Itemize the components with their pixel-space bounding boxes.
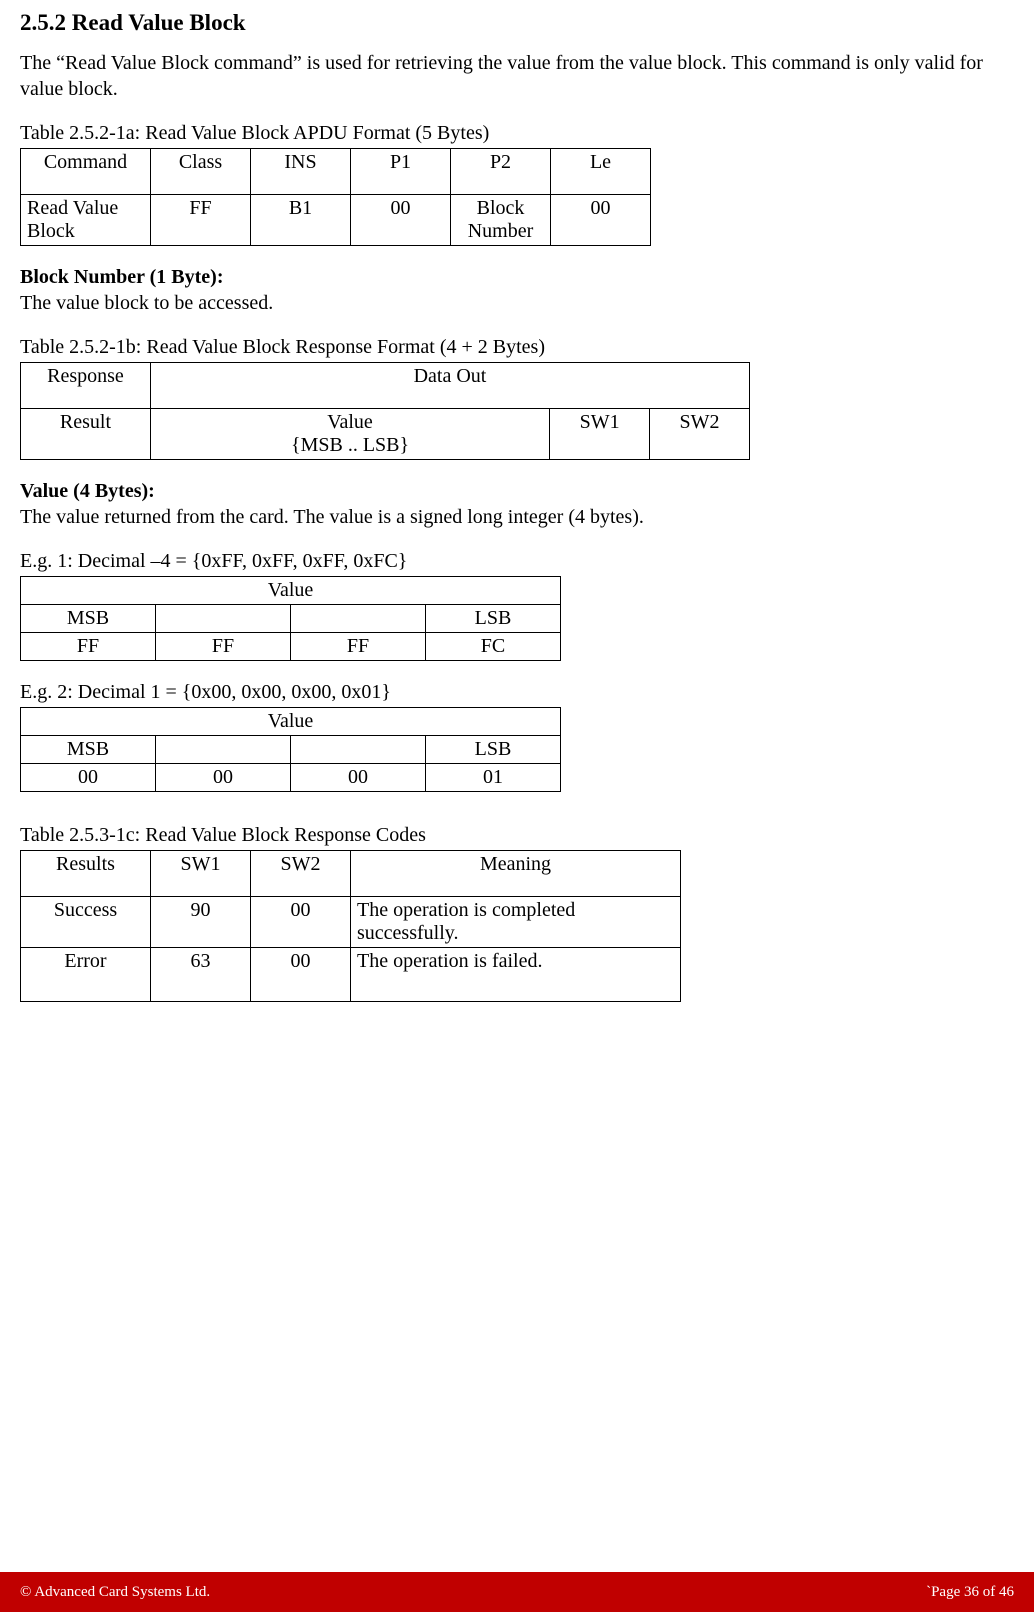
- table-1a: Command Class INS P1 P2 Le Read Value Bl…: [20, 148, 651, 246]
- cell-lsb: LSB: [426, 736, 561, 764]
- cell-blank: [291, 605, 426, 633]
- cell-msb: MSB: [21, 605, 156, 633]
- table-row: MSB LSB: [21, 736, 561, 764]
- block-number-desc: The value block to be accessed.: [20, 290, 1014, 316]
- cell-lsb: LSB: [426, 605, 561, 633]
- cell-msb: MSB: [21, 736, 156, 764]
- table-row: Response Data Out: [21, 363, 750, 409]
- cell-byte: 00: [291, 764, 426, 792]
- section-heading: 2.5.2 Read Value Block: [20, 10, 1014, 36]
- cell-blank: [156, 736, 291, 764]
- intro-paragraph: The “Read Value Block command” is used f…: [20, 50, 1014, 102]
- table-row: Value: [21, 708, 561, 736]
- table-1b: Response Data Out Result Value{MSB .. LS…: [20, 362, 750, 460]
- table-1c-caption: Table 2.5.3-1c: Read Value Block Respons…: [20, 822, 1014, 848]
- footer-bar: © Advanced Card Systems Ltd. `Page 36 of…: [0, 1572, 1034, 1612]
- cell-value: Value{MSB .. LSB}: [150, 409, 549, 460]
- cell-sw1: 90: [151, 897, 251, 948]
- col-ins: INS: [251, 149, 351, 195]
- table-row: Success 90 00 The operation is completed…: [21, 897, 681, 948]
- table-row: Results SW1 SW2 Meaning: [21, 851, 681, 897]
- col-sw2: SW2: [251, 851, 351, 897]
- eg1-caption: E.g. 1: Decimal –4 = {0xFF, 0xFF, 0xFF, …: [20, 548, 1014, 574]
- cell-le: 00: [551, 195, 651, 246]
- cell-byte: 01: [426, 764, 561, 792]
- cell-command: Read Value Block: [21, 195, 151, 246]
- cell-meaning: The operation is failed.: [351, 948, 681, 1002]
- cell-result: Result: [21, 409, 151, 460]
- cell-p2: Block Number: [451, 195, 551, 246]
- value-label: Value (4 Bytes):: [20, 478, 1014, 504]
- col-le: Le: [551, 149, 651, 195]
- table-1b-caption: Table 2.5.2-1b: Read Value Block Respons…: [20, 334, 1014, 360]
- cell-title: Value: [21, 708, 561, 736]
- col-sw1: SW1: [151, 851, 251, 897]
- col-p1: P1: [351, 149, 451, 195]
- cell-p1: 00: [351, 195, 451, 246]
- col-meaning: Meaning: [351, 851, 681, 897]
- cell-ins: B1: [251, 195, 351, 246]
- col-dataout: Data Out: [150, 363, 749, 409]
- cell-byte: 00: [21, 764, 156, 792]
- page-content: 2.5.2 Read Value Block The “Read Value B…: [0, 0, 1034, 1002]
- cell-title: Value: [21, 577, 561, 605]
- col-response: Response: [21, 363, 151, 409]
- cell-byte: FF: [156, 633, 291, 661]
- table-row: Value: [21, 577, 561, 605]
- value-desc: The value returned from the card. The va…: [20, 504, 1014, 530]
- cell-byte: 00: [156, 764, 291, 792]
- cell-sw2: 00: [251, 897, 351, 948]
- table-row: Result Value{MSB .. LSB} SW1 SW2: [21, 409, 750, 460]
- eg1-table: Value MSB LSB FF FF FF FC: [20, 576, 561, 661]
- cell-byte: FF: [21, 633, 156, 661]
- col-results: Results: [21, 851, 151, 897]
- cell-byte: FF: [291, 633, 426, 661]
- table-row: MSB LSB: [21, 605, 561, 633]
- cell-blank: [291, 736, 426, 764]
- table-row: Read Value Block FF B1 00 Block Number 0…: [21, 195, 651, 246]
- cell-class: FF: [151, 195, 251, 246]
- table-row: FF FF FF FC: [21, 633, 561, 661]
- footer-right: `Page 36 of 46: [926, 1584, 1014, 1601]
- cell-sw1: 63: [151, 948, 251, 1002]
- eg2-caption: E.g. 2: Decimal 1 = {0x00, 0x00, 0x00, 0…: [20, 679, 1014, 705]
- block-number-label: Block Number (1 Byte):: [20, 264, 1014, 290]
- table-1a-caption: Table 2.5.2-1a: Read Value Block APDU Fo…: [20, 120, 1014, 146]
- cell-sw2: SW2: [650, 409, 750, 460]
- cell-result: Error: [21, 948, 151, 1002]
- col-class: Class: [151, 149, 251, 195]
- col-p2: P2: [451, 149, 551, 195]
- table-1c: Results SW1 SW2 Meaning Success 90 00 Th…: [20, 850, 681, 1002]
- cell-sw1: SW1: [550, 409, 650, 460]
- eg2-table: Value MSB LSB 00 00 00 01: [20, 707, 561, 792]
- cell-meaning: The operation is completed successfully.: [351, 897, 681, 948]
- cell-blank: [156, 605, 291, 633]
- cell-result: Success: [21, 897, 151, 948]
- cell-byte: FC: [426, 633, 561, 661]
- cell-sw2: 00: [251, 948, 351, 1002]
- table-row: 00 00 00 01: [21, 764, 561, 792]
- table-row: Command Class INS P1 P2 Le: [21, 149, 651, 195]
- col-command: Command: [21, 149, 151, 195]
- footer-left: © Advanced Card Systems Ltd.: [20, 1584, 210, 1601]
- table-row: Error 63 00 The operation is failed.: [21, 948, 681, 1002]
